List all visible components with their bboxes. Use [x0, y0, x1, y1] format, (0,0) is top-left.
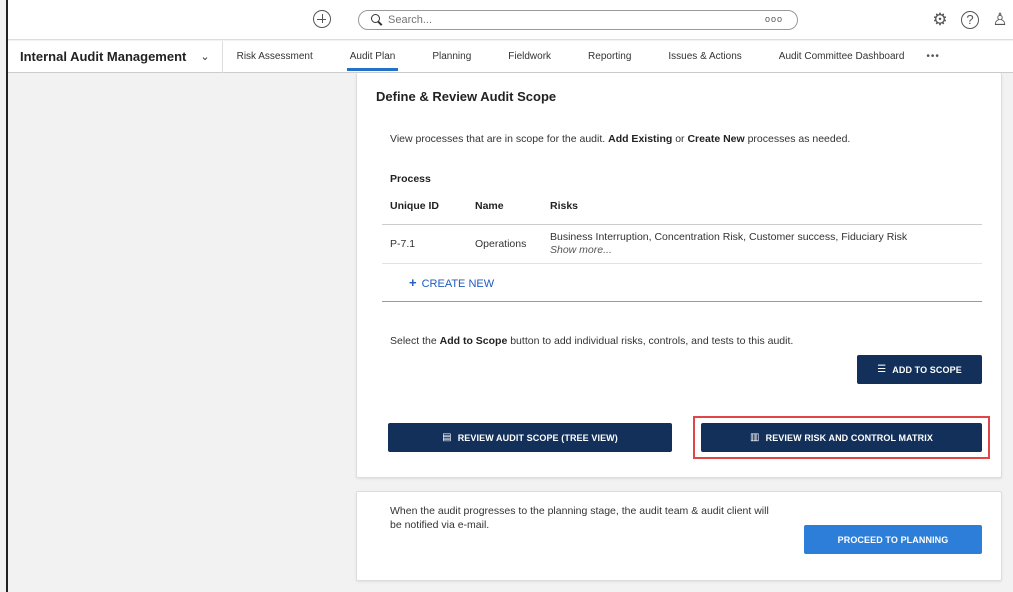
hint-text-suffix: button to add individual risks, controls… [510, 335, 794, 347]
show-more-link[interactable]: Show more... [550, 244, 950, 256]
tab-fieldwork[interactable]: Fieldwork [508, 41, 551, 73]
notify-text: When the audit progresses to the plannin… [390, 505, 769, 531]
top-bar: ooo ⚙ ? ♙ [8, 0, 1013, 40]
search-options-icon[interactable]: ooo [765, 14, 783, 24]
search-input[interactable] [388, 14, 718, 26]
audit-scope-card: Define & Review Audit Scope View process… [356, 73, 1002, 478]
gear-icon[interactable]: ⚙ [925, 9, 955, 31]
process-section-label: Process [390, 173, 431, 185]
proceed-label: PROCEED TO PLANNING [837, 534, 949, 545]
app-title: Internal Audit Management [20, 49, 187, 64]
nav-divider [221, 40, 223, 73]
plus-icon: + [409, 275, 417, 290]
tab-reporting[interactable]: Reporting [588, 41, 631, 73]
add-to-scope-button[interactable]: ☰ ADD TO SCOPE [857, 355, 982, 384]
row-divider [382, 263, 982, 264]
scope-intro: View processes that are in scope for the… [390, 133, 850, 145]
search-icon [371, 14, 383, 26]
chevron-down-icon[interactable]: ⌄ [200, 50, 209, 63]
table-header-divider [382, 224, 982, 225]
proceed-to-planning-button[interactable]: PROCEED TO PLANNING [804, 525, 982, 554]
app-frame: ooo ⚙ ? ♙ Internal Audit Management ⌄ Ri… [6, 0, 1013, 592]
hint-add-to-scope: Add to Scope [439, 335, 508, 347]
table-bottom-divider [382, 301, 982, 302]
more-tabs-icon[interactable]: ••• [926, 51, 940, 62]
review-tree-view-label: REVIEW AUDIT SCOPE (TREE VIEW) [457, 432, 618, 443]
intro-create-new: Create New [687, 133, 745, 145]
help-icon[interactable]: ? [961, 11, 979, 29]
tab-planning[interactable]: Planning [432, 41, 471, 73]
intro-text: View processes that are in scope for the… [390, 133, 606, 145]
col-unique-id: Unique ID [390, 200, 439, 212]
col-risks: Risks [550, 200, 579, 212]
intro-text-or: or [675, 133, 685, 145]
row-unique-id: P-7.1 [390, 238, 416, 250]
add-scope-hint: Select the Add to Scope button to add in… [390, 335, 793, 347]
chart-icon: ▥ [750, 432, 760, 443]
review-matrix-label: REVIEW RISK AND CONTROL MATRIX [765, 432, 933, 443]
proceed-card: When the audit progresses to the plannin… [356, 491, 1002, 581]
nav-bar: Internal Audit Management ⌄ Risk Assessm… [8, 40, 1013, 73]
plus-circle-icon[interactable] [313, 10, 331, 28]
col-name: Name [475, 200, 504, 212]
intro-text-suffix: processes as needed. [747, 133, 851, 145]
tab-risk-assessment[interactable]: Risk Assessment [237, 41, 313, 73]
tab-audit-plan[interactable]: Audit Plan [346, 41, 398, 73]
row-risks-text: Business Interruption, Concentration Ris… [550, 231, 908, 243]
list-icon: ☰ [877, 364, 887, 375]
search-box[interactable]: ooo [358, 10, 798, 30]
hint-text: Select the [390, 335, 437, 347]
top-icons: ⚙ ? ♙ [925, 9, 1013, 31]
review-tree-view-button[interactable]: ▤ REVIEW AUDIT SCOPE (TREE VIEW) [388, 423, 672, 452]
intro-add-existing: Add Existing [608, 133, 673, 145]
row-name: Operations [475, 238, 527, 250]
create-new-label: CREATE NEW [421, 278, 495, 290]
row-risks: Business Interruption, Concentration Ris… [550, 231, 950, 256]
user-icon[interactable]: ♙ [985, 9, 1013, 31]
card-title: Define & Review Audit Scope [376, 89, 557, 104]
review-risk-control-matrix-button[interactable]: ▥ REVIEW RISK AND CONTROL MATRIX [701, 423, 982, 452]
document-icon: ▤ [442, 432, 452, 443]
create-new-button[interactable]: + CREATE NEW [409, 275, 494, 290]
tab-issues-actions[interactable]: Issues & Actions [668, 41, 741, 73]
add-to-scope-label: ADD TO SCOPE [892, 364, 962, 375]
tab-audit-committee-dashboard[interactable]: Audit Committee Dashboard [779, 41, 905, 73]
